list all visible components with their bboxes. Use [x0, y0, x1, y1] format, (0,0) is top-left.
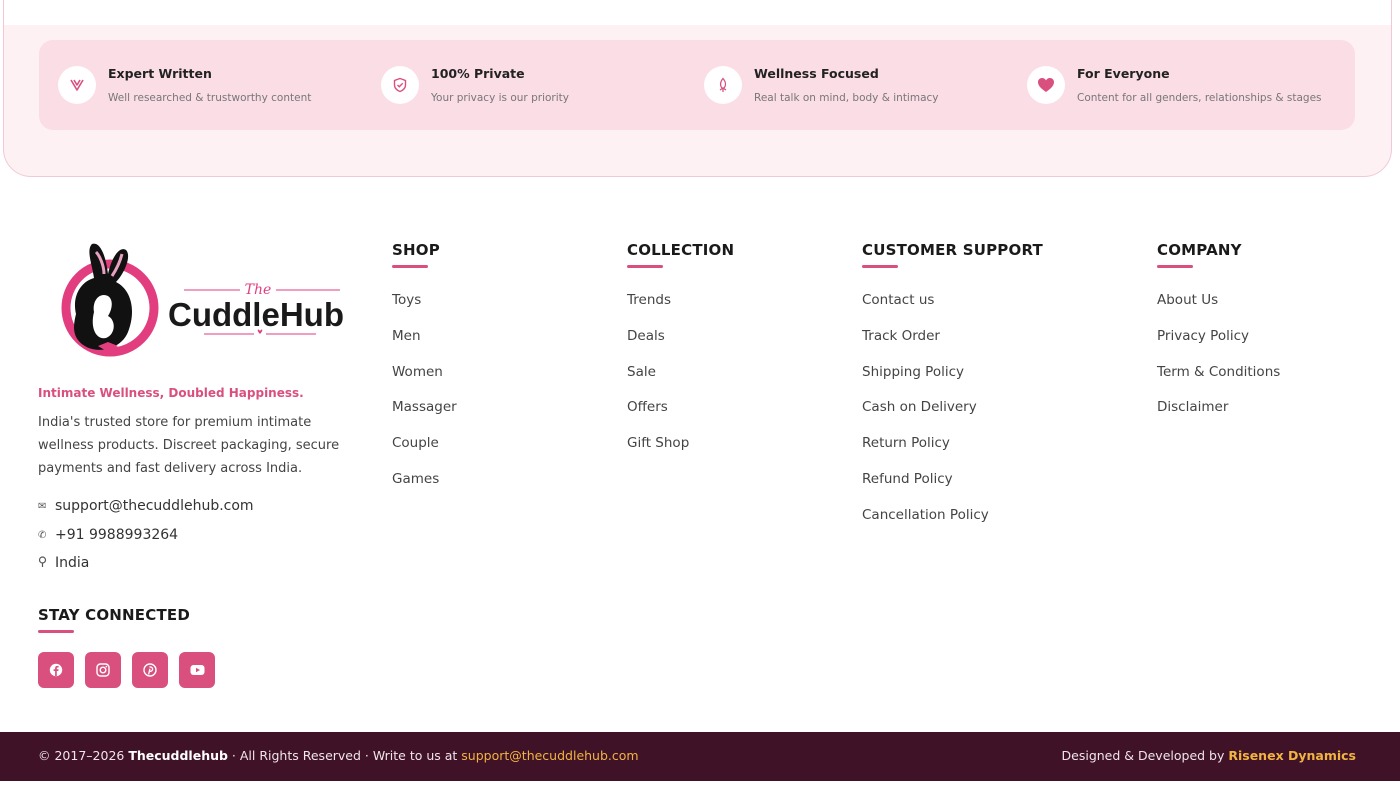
instagram-button[interactable]: [85, 652, 121, 688]
header-strip: [4, 0, 1391, 25]
feature-private: 100% Private Your privacy is our priorit…: [362, 40, 685, 130]
feature-subtitle: Real talk on mind, body & intimacy: [754, 92, 939, 104]
instagram-icon: [96, 663, 110, 677]
support-link-shipping[interactable]: Shipping Policy: [862, 364, 964, 380]
contact-location-text: India: [55, 555, 90, 571]
copyright-brand: Thecuddlehub: [128, 748, 228, 763]
facebook-button[interactable]: [38, 652, 74, 688]
developer-credit: Designed & Developed by Risenex Dynamics: [1062, 748, 1356, 763]
support-link-track-order[interactable]: Track Order: [862, 328, 940, 344]
copyright-text: © 2017–2026 Thecuddlehub · All Rights Re…: [38, 748, 639, 763]
heading-underline: [1157, 265, 1193, 268]
support-link-contact[interactable]: Contact us: [862, 292, 934, 308]
feature-title: 100% Private: [431, 66, 525, 81]
shop-link-men[interactable]: Men: [392, 328, 421, 344]
designed-by-text: Designed & Developed by: [1061, 748, 1229, 763]
shop-link-toys[interactable]: Toys: [392, 292, 421, 308]
logo-text: CuddleHub: [168, 296, 344, 333]
contact-phone[interactable]: ✆ +91 9988993264: [38, 527, 178, 543]
bottom-bar: © 2017–2026 Thecuddlehub · All Rights Re…: [0, 732, 1400, 781]
location-pin-icon: [38, 556, 54, 570]
shop-link-couple[interactable]: Couple: [392, 435, 439, 451]
brand-about: India's trusted store for premium intima…: [38, 415, 340, 476]
feature-title: For Everyone: [1077, 66, 1170, 81]
support-link-cod[interactable]: Cash on Delivery: [862, 399, 977, 415]
shop-link-games[interactable]: Games: [392, 471, 439, 487]
collection-link-deals[interactable]: Deals: [627, 328, 665, 344]
facebook-icon: [49, 663, 63, 677]
heading-underline: [38, 630, 74, 633]
feature-subtitle: Content for all genders, relationships &…: [1077, 92, 1322, 104]
feature-title: Wellness Focused: [754, 66, 879, 81]
shop-heading: SHOP: [392, 241, 440, 259]
cuddlehub-logo[interactable]: The CuddleHub: [54, 242, 354, 364]
phone-icon: ✆: [38, 529, 47, 541]
feature-title: Expert Written: [108, 66, 212, 81]
heading-underline: [627, 265, 663, 268]
leaf-icon: [704, 66, 742, 104]
heading-underline: [392, 265, 428, 268]
company-heading: COMPANY: [1157, 241, 1242, 259]
pinterest-icon: [143, 663, 157, 677]
heart-icon: [1027, 66, 1065, 104]
contact-email[interactable]: ✉ support@thecuddlehub.com: [38, 498, 254, 514]
collection-link-gift-shop[interactable]: Gift Shop: [627, 435, 689, 451]
support-link-cancellation[interactable]: Cancellation Policy: [862, 507, 989, 523]
youtube-button[interactable]: [179, 652, 215, 688]
contact-email-text: support@thecuddlehub.com: [55, 498, 254, 514]
social-links: [38, 652, 215, 688]
collection-heading: COLLECTION: [627, 241, 735, 259]
developer-link[interactable]: Risenex Dynamics: [1228, 748, 1356, 763]
shop-link-massager[interactable]: Massager: [392, 399, 457, 415]
feature-everyone: For Everyone Content for all genders, re…: [1008, 40, 1331, 130]
feature-subtitle: Well researched & trustworthy content: [108, 92, 312, 104]
copyright-middle: · All Rights Reserved · Write to us at: [227, 748, 462, 763]
collection-link-offers[interactable]: Offers: [627, 399, 668, 415]
pinterest-button[interactable]: [132, 652, 168, 688]
features-bar: Expert Written Well researched & trustwo…: [39, 40, 1355, 130]
feature-wellness: Wellness Focused Real talk on mind, body…: [685, 40, 1008, 130]
contact-location: India: [38, 555, 89, 571]
youtube-icon: [190, 665, 204, 675]
stay-connected-heading: STAY CONNECTED: [38, 606, 190, 624]
footer-email-link[interactable]: support@thecuddlehub.com: [461, 748, 638, 763]
support-heading: CUSTOMER SUPPORT: [862, 241, 1043, 259]
mail-icon: ✉: [38, 500, 47, 512]
collection-link-sale[interactable]: Sale: [627, 364, 656, 380]
company-link-disclaimer[interactable]: Disclaimer: [1157, 399, 1228, 415]
feature-expert-written: Expert Written Well researched & trustwo…: [39, 40, 362, 130]
shop-link-women[interactable]: Women: [392, 364, 443, 380]
company-link-privacy[interactable]: Privacy Policy: [1157, 328, 1249, 344]
support-link-return[interactable]: Return Policy: [862, 435, 950, 451]
contact-phone-text: +91 9988993264: [55, 527, 179, 543]
shield-check-icon: [381, 66, 419, 104]
brand-tagline: Intimate Wellness, Doubled Happiness.: [38, 386, 304, 400]
company-link-about[interactable]: About Us: [1157, 292, 1218, 308]
heading-underline: [862, 265, 898, 268]
support-link-refund[interactable]: Refund Policy: [862, 471, 953, 487]
v-check-icon: [58, 66, 96, 104]
collection-link-trends[interactable]: Trends: [627, 292, 671, 308]
company-link-terms[interactable]: Term & Conditions: [1157, 364, 1280, 380]
copyright-prefix: © 2017–2026: [38, 748, 129, 763]
feature-subtitle: Your privacy is our priority: [431, 92, 569, 104]
